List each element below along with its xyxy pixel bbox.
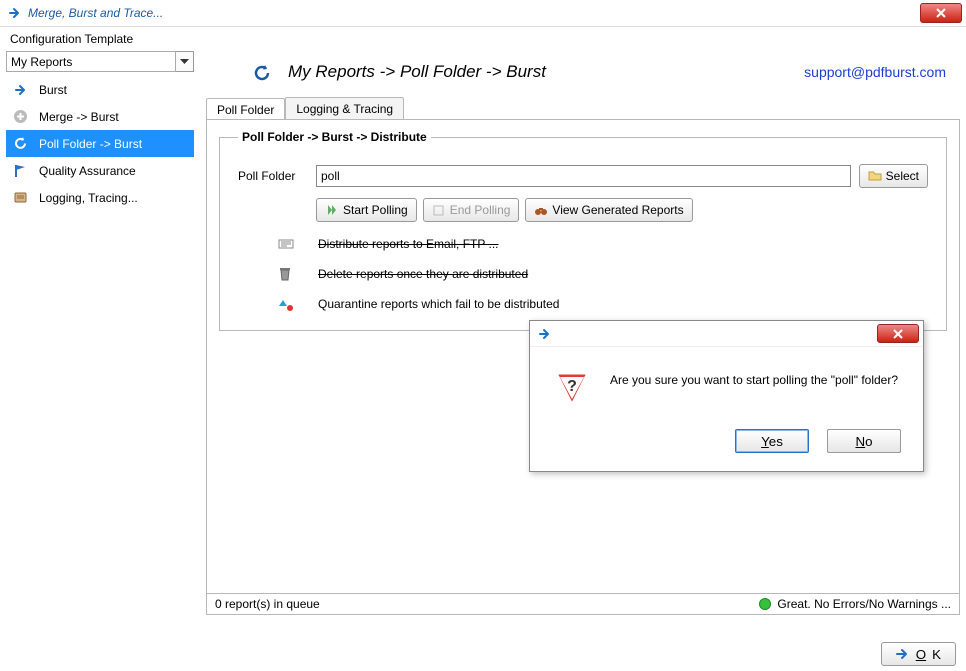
- status-bar: 0 report(s) in queue Great. No Errors/No…: [206, 593, 960, 615]
- breadcrumb: My Reports -> Poll Folder -> Burst: [288, 62, 786, 82]
- distribute-option: Distribute reports to Email, FTP ...: [278, 236, 928, 252]
- log-icon: [12, 189, 29, 206]
- quarantine-label: Quarantine reports which fail to be dist…: [318, 297, 559, 311]
- distribute-icon: [278, 236, 294, 252]
- poll-folder-label: Poll Folder: [238, 169, 308, 183]
- view-reports-label: View Generated Reports: [552, 203, 683, 217]
- sidebar-item-label: Burst: [39, 83, 67, 97]
- tabs: Poll Folder Logging & Tracing: [206, 95, 960, 119]
- start-polling-label: Start Polling: [343, 203, 408, 217]
- dialog-yes-button[interactable]: Yes: [735, 429, 809, 453]
- delete-option: Delete reports once they are distributed: [278, 266, 928, 282]
- sidebar-item-label: Merge -> Burst: [39, 110, 119, 124]
- chevron-down-icon[interactable]: [176, 51, 194, 72]
- arrow-right-icon: [12, 81, 29, 98]
- poll-folder-input[interactable]: [316, 165, 851, 187]
- svg-text:?: ?: [567, 378, 577, 395]
- sidebar-item-label: Quality Assurance: [39, 164, 136, 178]
- sidebar-item-merge-burst[interactable]: Merge -> Burst: [6, 103, 194, 130]
- stop-icon: [432, 203, 446, 217]
- window-title: Merge, Burst and Trace...: [28, 6, 920, 20]
- sidebar: Burst Merge -> Burst Poll Folder -> Burs…: [0, 49, 200, 637]
- dialog-message: Are you sure you want to start polling t…: [610, 369, 898, 387]
- refresh-icon: [252, 63, 270, 81]
- dialog-no-label: No: [855, 434, 872, 449]
- play-icon: [325, 203, 339, 217]
- end-polling-label: End Polling: [450, 203, 511, 217]
- sidebar-menu: Burst Merge -> Burst Poll Folder -> Burs…: [6, 76, 194, 637]
- sidebar-item-label: Poll Folder -> Burst: [39, 137, 142, 151]
- view-reports-button[interactable]: View Generated Reports: [525, 198, 692, 222]
- folder-icon: [868, 169, 882, 183]
- refresh-icon: [12, 135, 29, 152]
- queue-status: 0 report(s) in queue: [215, 597, 320, 611]
- warning-icon: ?: [552, 369, 592, 409]
- arrow-right-icon: [896, 648, 910, 660]
- delete-label: Delete reports once they are distributed: [318, 267, 528, 281]
- config-template-select[interactable]: [6, 51, 194, 72]
- arrow-right-icon: [8, 6, 22, 20]
- support-link[interactable]: support@pdfburst.com: [804, 64, 960, 80]
- config-template-value[interactable]: [6, 51, 176, 72]
- tab-poll-folder[interactable]: Poll Folder: [206, 98, 285, 120]
- status-message: Great. No Errors/No Warnings ...: [777, 597, 951, 611]
- quarantine-option: Quarantine reports which fail to be dist…: [278, 296, 928, 312]
- confirm-dialog: ? Are you sure you want to start polling…: [529, 320, 924, 472]
- ok-label-rest: K: [932, 647, 941, 662]
- distribute-label: Distribute reports to Email, FTP ...: [318, 237, 499, 251]
- binoculars-icon: [534, 203, 548, 217]
- window-title-bar: Merge, Burst and Trace...: [0, 0, 966, 27]
- sidebar-item-poll-folder-burst[interactable]: Poll Folder -> Burst: [6, 130, 194, 157]
- window-close-button[interactable]: [920, 3, 962, 23]
- sidebar-item-label: Logging, Tracing...: [39, 191, 138, 205]
- arrow-right-icon: [538, 327, 552, 341]
- start-polling-button[interactable]: Start Polling: [316, 198, 417, 222]
- trash-icon: [278, 266, 294, 282]
- dialog-no-button[interactable]: No: [827, 429, 901, 453]
- poll-folder-fieldset: Poll Folder -> Burst -> Distribute Poll …: [219, 130, 947, 331]
- sidebar-item-quality-assurance[interactable]: Quality Assurance: [6, 157, 194, 184]
- ok-label-underline: O: [916, 647, 926, 662]
- select-folder-label: Select: [886, 169, 919, 183]
- tab-panel: Poll Folder -> Burst -> Distribute Poll …: [206, 119, 960, 615]
- dialog-title-bar: [530, 321, 923, 347]
- flag-icon: [12, 162, 29, 179]
- config-template-label: Configuration Template: [0, 27, 966, 49]
- dialog-yes-label: Yes: [761, 434, 783, 449]
- dialog-close-button[interactable]: [877, 324, 919, 343]
- plus-circle-icon: [12, 108, 29, 125]
- quarantine-icon: [278, 296, 294, 312]
- sidebar-item-burst[interactable]: Burst: [6, 76, 194, 103]
- select-folder-button[interactable]: Select: [859, 164, 928, 188]
- tab-logging-tracing[interactable]: Logging & Tracing: [285, 97, 404, 119]
- sidebar-item-logging-tracing[interactable]: Logging, Tracing...: [6, 184, 194, 211]
- fieldset-legend: Poll Folder -> Burst -> Distribute: [238, 130, 431, 144]
- ok-button[interactable]: OK: [881, 642, 956, 666]
- status-ok-icon: [759, 598, 771, 610]
- end-polling-button: End Polling: [423, 198, 520, 222]
- content-area: My Reports -> Poll Folder -> Burst suppo…: [200, 49, 966, 637]
